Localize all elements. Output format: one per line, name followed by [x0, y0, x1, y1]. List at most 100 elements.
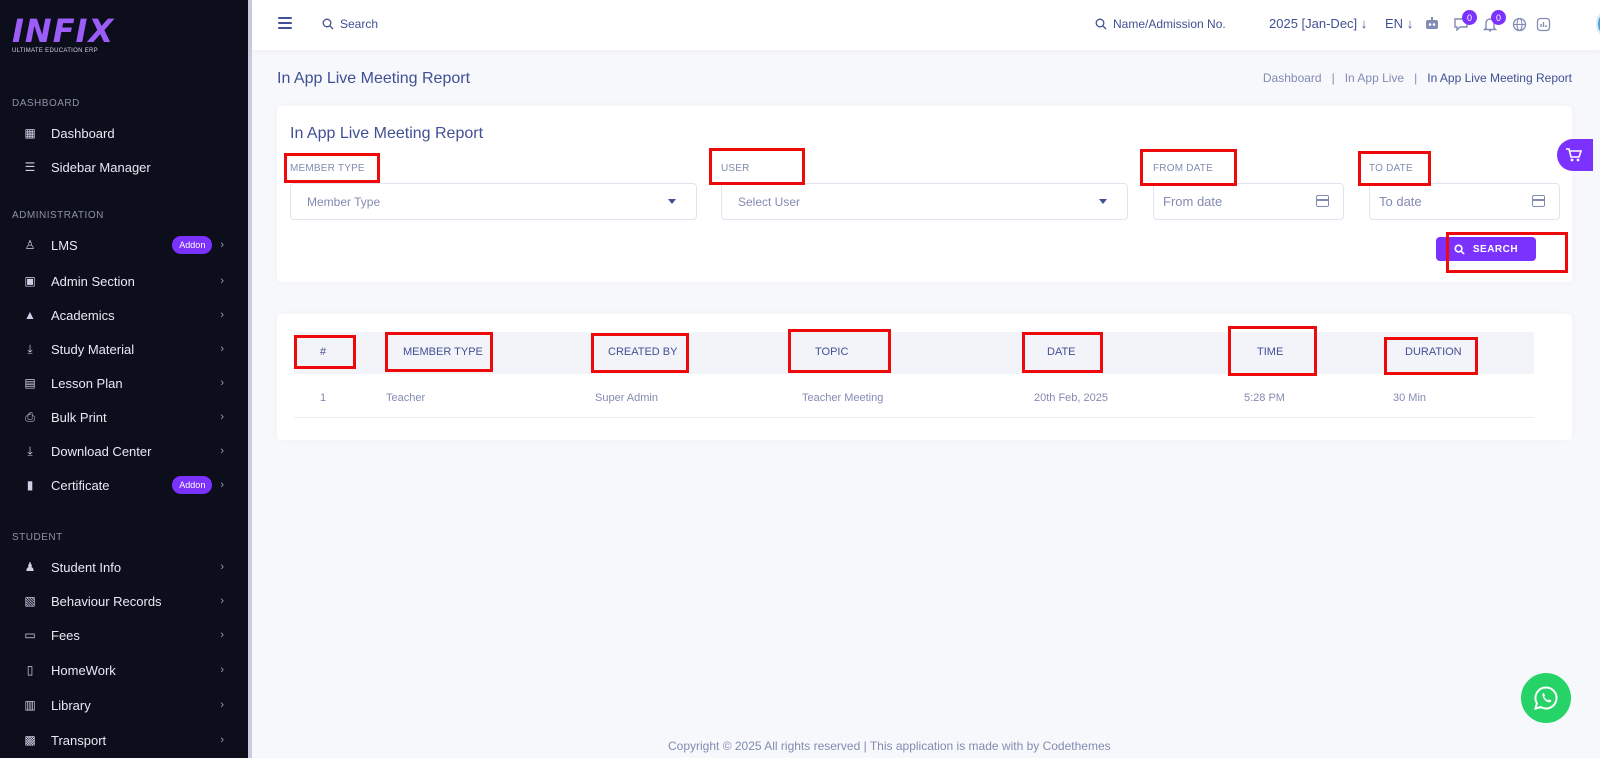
language-label: EN: [1385, 16, 1404, 31]
from-date-placeholder: From date: [1163, 194, 1223, 209]
sidebar-item-student-info[interactable]: ♟ Student Info ›: [0, 552, 242, 582]
chevron-right-icon: ›: [220, 275, 224, 287]
highlight-column-member-type: [385, 332, 493, 372]
chevron-right-icon: ›: [220, 445, 224, 457]
cart-icon: [1566, 148, 1583, 162]
highlight-column-duration: [1384, 337, 1478, 375]
sidebar-scrollbar[interactable]: [248, 0, 252, 758]
sidebar-item-label: Fees: [51, 627, 80, 643]
sidebar-item-label: Admin Section: [51, 273, 135, 289]
highlight-column-time: [1228, 326, 1317, 376]
arrow-down-icon: ↓: [1360, 16, 1368, 31]
addon-badge: Addon: [172, 476, 213, 494]
breadcrumb-current: In App Live Meeting Report: [1427, 71, 1572, 85]
sidebar-item-download-center[interactable]: ⤓ Download Center ›: [0, 436, 242, 466]
chevron-right-icon: ›: [220, 561, 224, 573]
sidebar-item-transport[interactable]: ▩ Transport ›: [0, 725, 242, 755]
calendar-icon[interactable]: [1316, 195, 1329, 207]
page-title: In App Live Meeting Report: [277, 70, 471, 87]
global-search[interactable]: Search: [322, 17, 378, 31]
sidebar-item-behaviour-records[interactable]: ▧ Behaviour Records ›: [0, 586, 242, 616]
arrow-down-icon: ↓: [1406, 16, 1414, 31]
sidebar-item-label: Certificate: [51, 477, 110, 493]
section-label-administration: ADMINISTRATION: [12, 210, 104, 221]
sidebar-item-homework[interactable]: ▯ HomeWork ›: [0, 655, 242, 685]
robot-icon[interactable]: [1423, 15, 1441, 33]
addon-badge: Addon: [172, 236, 213, 254]
highlight-to-date-label: [1358, 151, 1431, 186]
session-selector[interactable]: 2025 [Jan-Dec] ↓: [1269, 16, 1367, 31]
filter-card-title: In App Live Meeting Report: [290, 125, 484, 142]
sidebar-item-sidebar-manager[interactable]: ☰ Sidebar Manager: [0, 152, 242, 182]
highlight-user-label: [709, 148, 805, 185]
sidebar-item-label: Student Info: [51, 559, 122, 575]
search-icon: [322, 18, 334, 30]
sidebar-item-label: Transport: [51, 732, 107, 748]
chevron-right-icon: ›: [220, 411, 224, 423]
sidebar-item-label: LMS: [51, 237, 78, 253]
lesson-icon: ▤: [24, 376, 36, 390]
whatsapp-button[interactable]: [1521, 673, 1571, 723]
to-date-placeholder: To date: [1379, 194, 1422, 209]
sidebar-item-fees[interactable]: ▭ Fees ›: [0, 620, 242, 650]
download-icon: ⤓: [27, 443, 33, 458]
sidebar-item-label: Sidebar Manager: [51, 159, 151, 175]
chat-count-badge: 0: [1462, 10, 1477, 25]
printer-icon: ⎙: [25, 409, 35, 424]
graduation-cap-icon: ▲: [24, 308, 36, 322]
student-icon: ♟: [24, 560, 36, 574]
calendar-icon[interactable]: [1532, 195, 1545, 207]
cell-created-by: Super Admin: [595, 392, 658, 404]
chevron-right-icon: ›: [220, 595, 224, 607]
cell-member-type: Teacher: [386, 392, 426, 404]
list-icon: ☰: [24, 160, 36, 174]
sidebar-item-lesson-plan[interactable]: ▤ Lesson Plan ›: [0, 368, 242, 398]
sidebar-item-certificate[interactable]: ▮ Certificate Addon ›: [0, 470, 242, 500]
sidebar-item-bulk-print[interactable]: ⎙ Bulk Print ›: [0, 402, 242, 432]
user-value: Select User: [738, 194, 801, 209]
admin-icon: ▣: [24, 274, 36, 288]
grid-icon: ▦: [24, 126, 36, 140]
sidebar-item-library[interactable]: ▥ Library ›: [0, 690, 242, 720]
topbar: Search Name/Admission No. 2025 [Jan-Dec]…: [252, 0, 1600, 50]
logo[interactable]: INFIX ULTIMATE EDUCATION ERP: [12, 12, 114, 54]
hamburger-menu-icon[interactable]: [278, 17, 292, 29]
member-type-select[interactable]: Member Type: [290, 183, 697, 220]
chevron-right-icon: ›: [220, 239, 224, 251]
from-date-input[interactable]: From date: [1153, 183, 1344, 220]
sidebar-item-label: Study Material: [51, 341, 135, 357]
cell-index: 1: [320, 392, 327, 404]
cart-float-button[interactable]: [1557, 139, 1593, 171]
sidebar-item-label: Dashboard: [51, 125, 115, 141]
to-date-input[interactable]: To date: [1369, 183, 1560, 220]
sidebar-item-academics[interactable]: ▲ Academics ›: [0, 300, 242, 330]
globe-icon[interactable]: [1510, 15, 1528, 33]
cell-duration: 30 Min: [1393, 392, 1427, 404]
language-selector[interactable]: EN ↓: [1385, 16, 1413, 31]
sidebar-item-study-material[interactable]: ⤓ Study Material ›: [0, 334, 242, 364]
avatar[interactable]: [1596, 8, 1600, 40]
sidebar-item-lms[interactable]: ♙ LMS Addon ›: [0, 230, 242, 260]
student-search-label: Name/Admission No.: [1113, 17, 1226, 31]
search-label: Search: [340, 17, 379, 31]
section-label-student: STUDENT: [12, 532, 63, 543]
breadcrumb-in-app-live[interactable]: In App Live: [1345, 71, 1404, 85]
breadcrumb-separator: |: [1414, 71, 1418, 85]
user-select[interactable]: Select User: [721, 183, 1128, 220]
footer-copyright: Copyright © 2025 All rights reserved | T…: [668, 739, 1111, 753]
highlight-column-created-by: [591, 333, 689, 373]
search-icon: [1095, 18, 1107, 30]
session-label: 2025 [Jan-Dec]: [1269, 16, 1358, 31]
breadcrumb-dashboard[interactable]: Dashboard: [1263, 71, 1322, 85]
sidebar-item-label: Download Center: [51, 443, 152, 459]
cell-date: 20th Feb, 2025: [1034, 392, 1109, 404]
analytics-icon[interactable]: [1534, 15, 1552, 33]
sidebar-item-dashboard[interactable]: ▦ Dashboard: [0, 118, 242, 148]
download-icon: ⤓: [27, 341, 33, 356]
cell-topic: Teacher Meeting: [802, 392, 884, 404]
highlight-search-button: [1446, 232, 1568, 273]
chevron-right-icon: ›: [220, 629, 224, 641]
breadcrumb: Dashboard | In App Live | In App Live Me…: [1263, 71, 1572, 85]
student-search[interactable]: Name/Admission No.: [1095, 17, 1226, 31]
sidebar-item-admin-section[interactable]: ▣ Admin Section ›: [0, 266, 242, 296]
